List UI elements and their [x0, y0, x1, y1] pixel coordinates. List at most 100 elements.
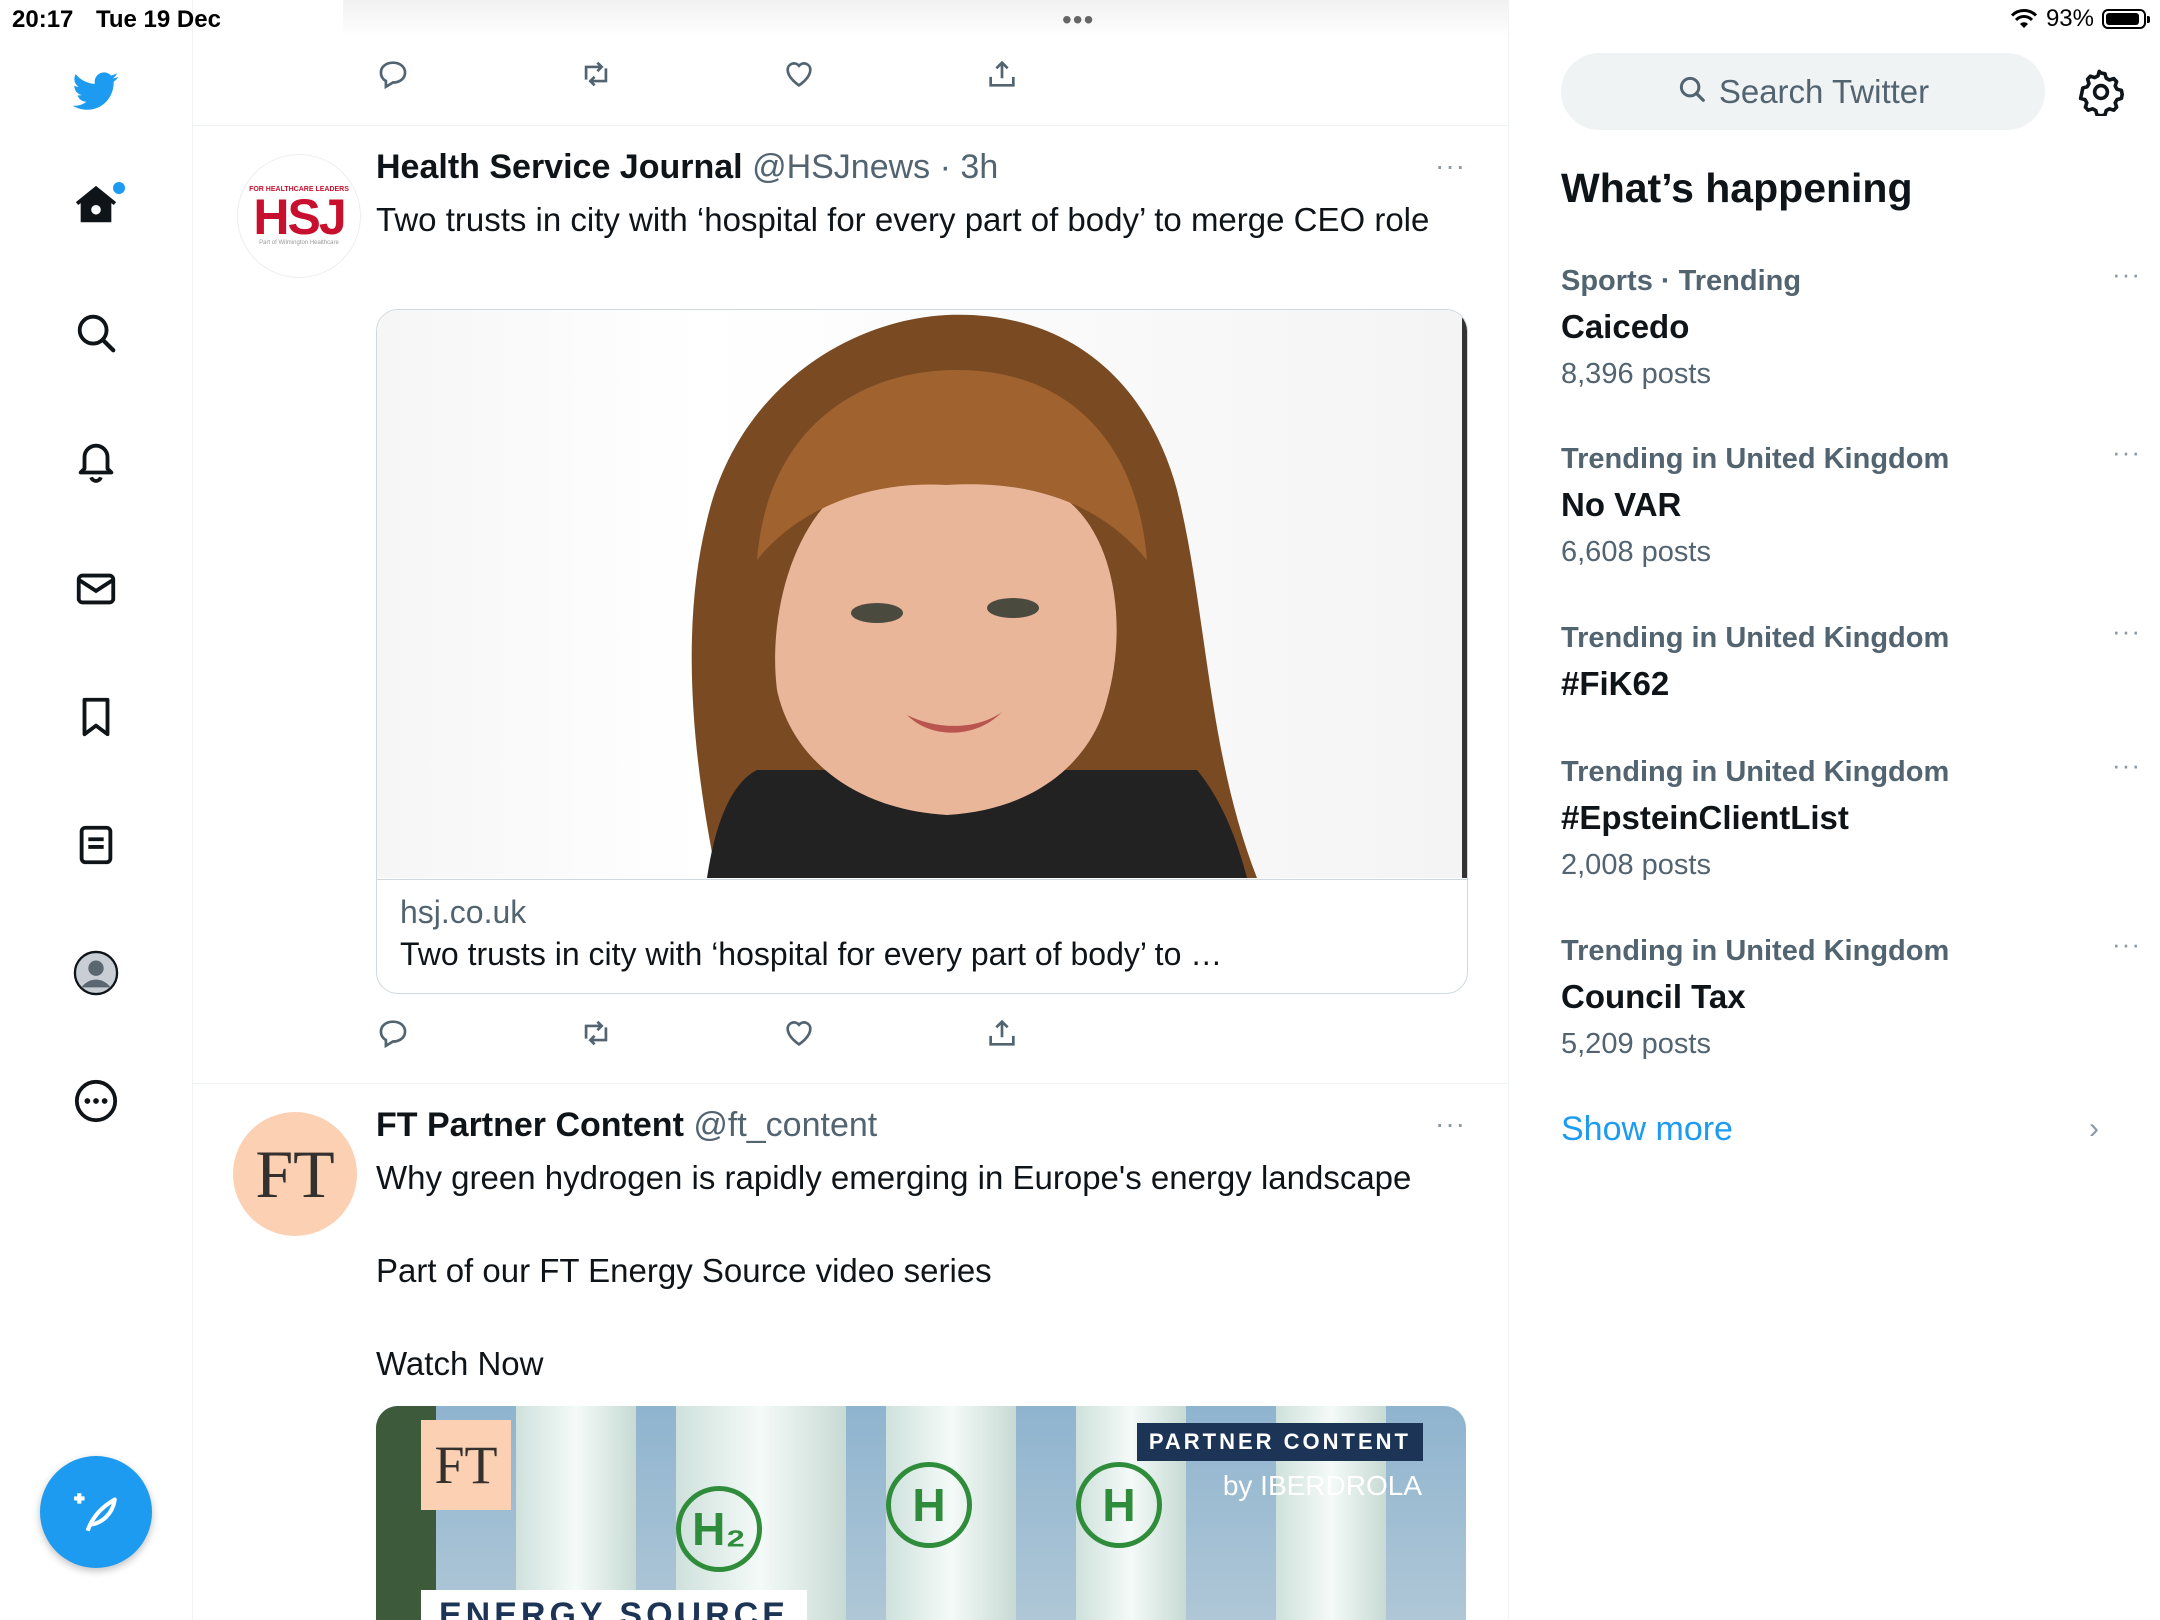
trend-more-button[interactable]: ···	[2112, 929, 2141, 960]
trend-name: #EpsteinClientList	[1561, 799, 1849, 836]
retweet-icon	[584, 1020, 608, 1046]
trend-more-button[interactable]: ···	[2112, 616, 2141, 647]
heart-icon	[786, 1021, 812, 1046]
trend-context: Sports · Trending	[1561, 265, 1802, 297]
battery-percent: 93%	[2045, 5, 2094, 32]
trend-context: Trending in United Kingdom	[1561, 935, 1950, 967]
trend-more-button[interactable]: ···	[2112, 437, 2141, 468]
share-button[interactable]	[985, 1010, 1188, 1056]
bell-icon[interactable]	[71, 436, 121, 486]
tweet-actions	[376, 51, 1188, 97]
card-meta: hsj.co.uk Two trusts in city with ‘hospi…	[377, 879, 1467, 972]
chevron-right-icon: ›	[2089, 1112, 2099, 1145]
retweet-icon	[584, 61, 608, 87]
whats-happening-title: What’s happening	[1561, 165, 1913, 211]
author-name[interactable]: Health Service Journal	[376, 148, 743, 186]
trend-name: Council Tax	[1561, 978, 1746, 1015]
tweet-actions	[376, 1010, 1188, 1056]
battery-icon	[2102, 9, 2150, 29]
separator-dot: ·	[939, 148, 951, 186]
trend-item[interactable]: Trending in United Kingdom #FiK62 ···	[1561, 616, 2140, 703]
trend-count: 8,396 posts	[1561, 358, 1711, 390]
more-circle-icon[interactable]	[71, 1076, 121, 1126]
status-date: Tue 19 Dec	[96, 6, 221, 33]
trend-name: #FiK62	[1561, 665, 1670, 702]
search-input[interactable]: Search Twitter	[1561, 53, 2045, 130]
trend-count: 2,008 posts	[1561, 849, 1711, 881]
hsj-logo: HSJ	[253, 189, 346, 245]
trend-more-button[interactable]: ···	[2112, 750, 2141, 781]
trend-context: Trending in United Kingdom	[1561, 622, 1950, 654]
tweet-text: Two trusts in city with ‘hospital for ev…	[376, 201, 1430, 238]
author-handle[interactable]: @HSJnews	[752, 148, 930, 186]
trend-count: 6,608 posts	[1561, 536, 1711, 568]
card-title: Two trusts in city with ‘hospital for ev…	[400, 936, 1223, 972]
home-icon[interactable]	[71, 180, 125, 230]
share-button[interactable]	[985, 51, 1188, 97]
retweet-button[interactable]	[579, 1010, 782, 1056]
tweet-more-button[interactable]: ···	[1435, 150, 1466, 182]
multitasking-dots[interactable]: •••	[1062, 4, 1094, 36]
bookmark-icon[interactable]	[71, 692, 121, 742]
tweet-text-line-1: Why green hydrogen is rapidly emerging i…	[376, 1159, 1412, 1196]
reply-button[interactable]	[376, 1010, 579, 1056]
ft-logo: FT	[421, 1420, 511, 1510]
share-icon	[989, 60, 1015, 87]
video-tank	[516, 1406, 636, 1620]
sponsor-label: by IBERDROLA	[1222, 1470, 1422, 1501]
like-button[interactable]	[782, 1010, 985, 1056]
right-sidebar: Search Twitter What’s happening Sports ·…	[1509, 0, 2160, 1620]
tweet-time[interactable]: 3h	[960, 148, 998, 186]
hsj-logo-sub: Part of Wilmington Healthcare	[259, 240, 339, 246]
trend-more-button[interactable]: ···	[2112, 259, 2141, 290]
author-handle[interactable]: @ft_content	[693, 1106, 877, 1144]
twitter-bird-icon[interactable]	[71, 66, 121, 116]
ft-avatar[interactable]: FT	[233, 1112, 357, 1236]
timeline: FOR HEALTHCARE LEADERS HSJ Part of Wilmi…	[193, 0, 1509, 1620]
trend-item[interactable]: Trending in United Kingdom No VAR 6,608 …	[1561, 437, 2140, 569]
settings-button[interactable]	[2077, 68, 2125, 118]
trend-item[interactable]: Trending in United Kingdom Council Tax 5…	[1561, 929, 2140, 1061]
h2-logo: H	[1076, 1462, 1162, 1548]
share-icon	[989, 1019, 1015, 1046]
card-image	[377, 310, 1467, 878]
reply-button[interactable]	[376, 51, 579, 97]
partner-content-badge: PARTNER CONTENT	[1136, 1423, 1423, 1461]
battery-fill	[2106, 13, 2140, 25]
link-card[interactable]: hsj.co.uk Two trusts in city with ‘hospi…	[376, 309, 1468, 994]
lists-icon[interactable]	[71, 820, 121, 870]
search-icon[interactable]	[71, 308, 121, 358]
h2-logo: H	[886, 1462, 972, 1548]
trend-item[interactable]: Trending in United Kingdom #EpsteinClien…	[1561, 750, 2140, 882]
mail-icon[interactable]	[71, 564, 121, 614]
gear-icon	[2078, 69, 2124, 118]
tweet-header: FT Partner Content @ft_content	[376, 1106, 877, 1145]
avatar[interactable]	[71, 948, 121, 998]
heart-icon	[786, 62, 812, 87]
trend-name: Caicedo	[1561, 308, 1690, 345]
trend-context: Trending in United Kingdom	[1561, 443, 1950, 475]
reply-icon	[379, 1020, 407, 1049]
trend-count: 5,209 posts	[1561, 1028, 1711, 1060]
card-domain: hsj.co.uk	[400, 894, 527, 930]
show-more-link[interactable]: Show more	[1561, 1110, 1733, 1149]
tweet-header: Health Service Journal @HSJnews · 3h	[376, 148, 998, 187]
tweet-text-line-3: Watch Now	[376, 1345, 544, 1382]
author-name[interactable]: FT Partner Content	[376, 1106, 684, 1144]
compose-button[interactable]	[40, 1456, 152, 1568]
divider	[193, 1083, 1508, 1084]
tweet-more-button[interactable]: ···	[1435, 1108, 1466, 1140]
video-thumbnail[interactable]: H₂ H H FT PARTNER CONTENT by IBERDROLA E…	[376, 1406, 1466, 1620]
like-button[interactable]	[782, 51, 985, 97]
retweet-button[interactable]	[579, 51, 782, 97]
wifi-icon	[2010, 9, 2038, 28]
status-right: 93%	[2010, 5, 2150, 33]
left-navigation	[0, 0, 193, 1620]
trend-item[interactable]: Sports · Trending Caicedo 8,396 posts ··…	[1561, 259, 2140, 391]
status-bar: 20:17 Tue 19 Dec ••• 93%	[0, 0, 2160, 38]
tweet-text-line-2: Part of our FT Energy Source video serie…	[376, 1252, 992, 1289]
h2-logo: H₂	[676, 1486, 762, 1572]
hsj-avatar[interactable]: FOR HEALTHCARE LEADERS HSJ Part of Wilmi…	[237, 154, 361, 278]
reply-icon	[379, 61, 407, 90]
search-placeholder: Search Twitter	[1718, 72, 1930, 110]
